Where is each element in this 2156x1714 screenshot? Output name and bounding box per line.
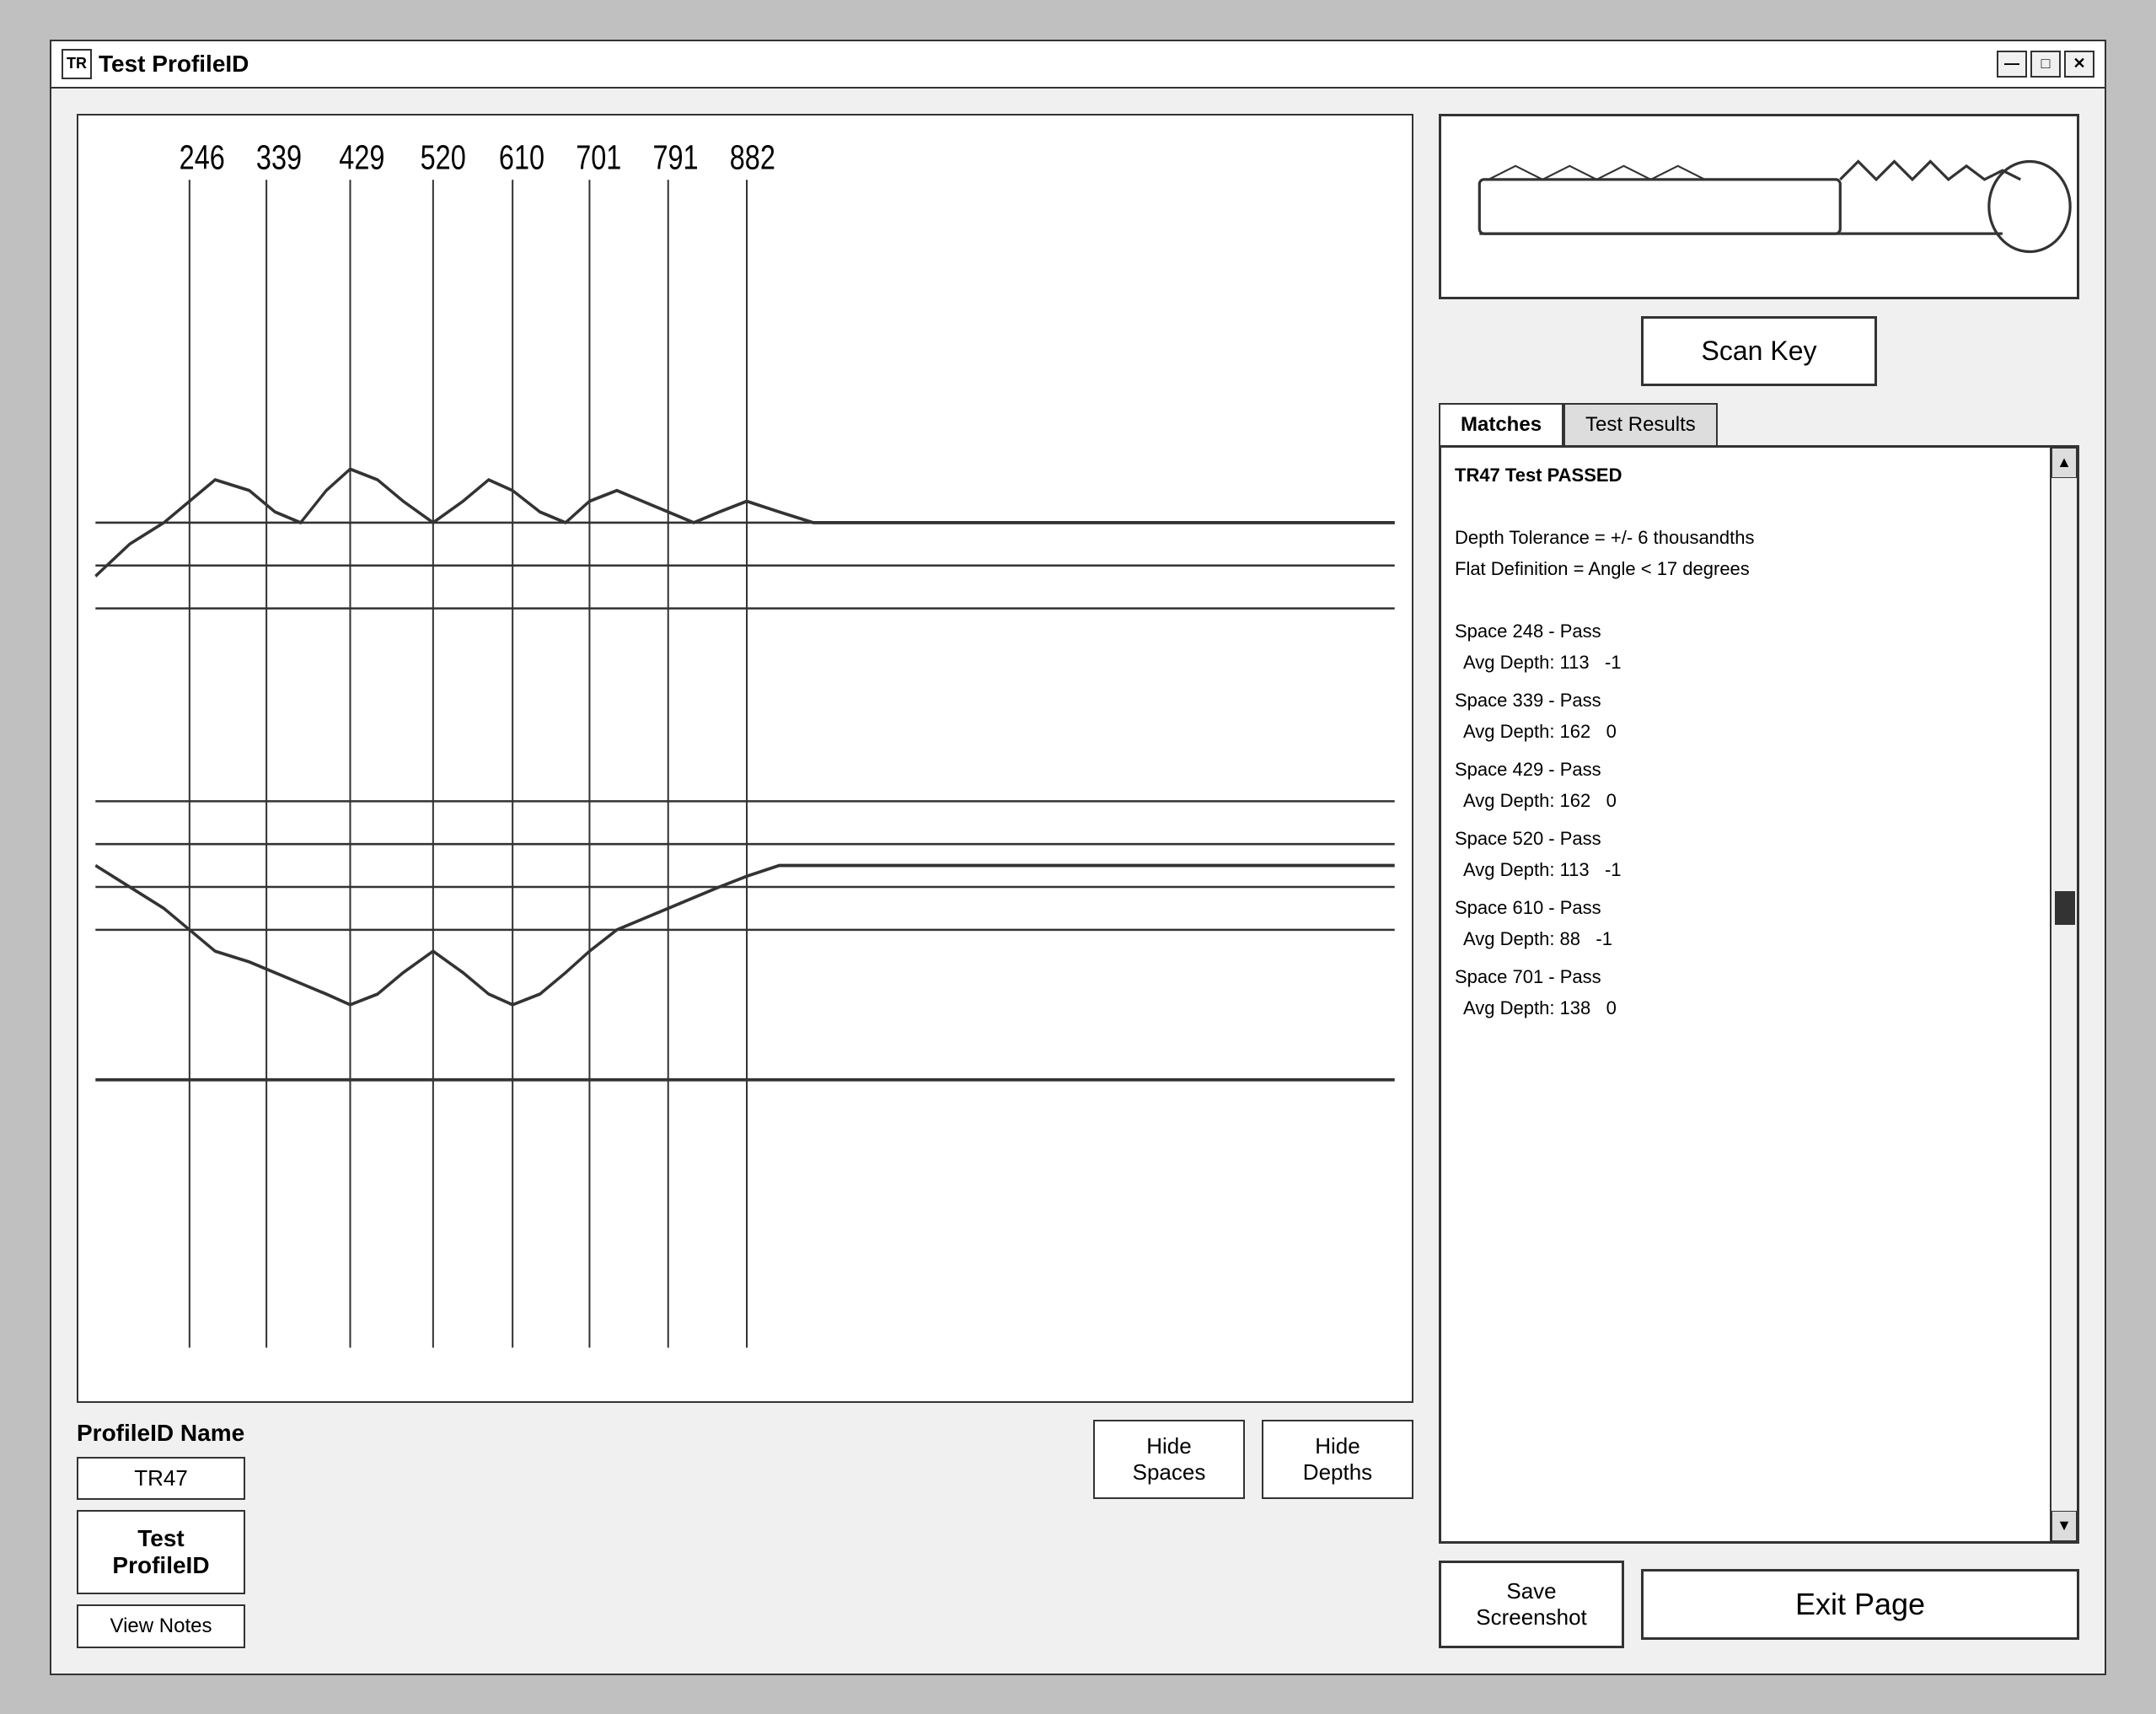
exit-page-button[interactable]: Exit Page [1641, 1569, 2079, 1640]
space-339-depth: Avg Depth: 162 0 [1463, 717, 2036, 745]
space-520-depth: Avg Depth: 113 -1 [1463, 856, 2036, 884]
svg-text:882: 882 [730, 138, 775, 176]
space-610: Space 610 - Pass Avg Depth: 88 -1 [1455, 894, 2036, 953]
svg-text:791: 791 [652, 138, 698, 176]
svg-text:246: 246 [180, 138, 225, 176]
results-box: TR47 Test PASSED Depth Tolerance = +/- 6… [1439, 445, 2079, 1544]
space-429-depth: Avg Depth: 162 0 [1463, 787, 2036, 814]
title-bar-left: TR Test ProfileID [62, 49, 249, 79]
space-701-depth: Avg Depth: 138 0 [1463, 994, 2036, 1022]
left-panel: 246 339 429 520 610 701 791 882 [77, 114, 1413, 1648]
space-429: Space 429 - Pass Avg Depth: 162 0 [1455, 755, 2036, 814]
chart-area: 246 339 429 520 610 701 791 882 [77, 114, 1413, 1403]
main-window: TR Test ProfileID — □ ✕ 246 339 429 520 … [50, 40, 2106, 1675]
profile-section: ProfileID Name TR47 Test ProfileID View … [77, 1420, 245, 1648]
results-content: TR47 Test PASSED Depth Tolerance = +/- 6… [1441, 448, 2050, 1541]
scroll-up-button[interactable]: ▲ [2051, 448, 2077, 478]
close-button[interactable]: ✕ [2064, 51, 2094, 78]
space-520-label: Space 520 - Pass [1455, 825, 2036, 852]
tab-test-results[interactable]: Test Results [1563, 403, 1718, 445]
right-panel: Scan Key Matches Test Results TR47 Test … [1439, 114, 2079, 1648]
bottom-controls: ProfileID Name TR47 Test ProfileID View … [77, 1420, 1413, 1648]
space-248: Space 248 - Pass Avg Depth: 113 -1 [1455, 617, 2036, 676]
hide-spaces-button[interactable]: Hide Spaces [1093, 1420, 1245, 1499]
svg-text:610: 610 [499, 138, 544, 176]
svg-text:339: 339 [256, 138, 302, 176]
window-title: Test ProfileID [99, 51, 249, 78]
scroll-track [2051, 478, 2077, 1511]
tabs-area: Matches Test Results TR47 Test PASSED De… [1439, 403, 2079, 1544]
maximize-button[interactable]: □ [2030, 51, 2061, 78]
space-339: Space 339 - Pass Avg Depth: 162 0 [1455, 686, 2036, 745]
scan-key-button[interactable]: Scan Key [1641, 316, 1877, 386]
svg-text:520: 520 [421, 138, 466, 176]
results-scrollbar: ▲ ▼ [2050, 448, 2077, 1541]
space-248-label: Space 248 - Pass [1455, 617, 2036, 645]
svg-text:429: 429 [339, 138, 384, 176]
key-image-area [1439, 114, 2079, 299]
space-429-label: Space 429 - Pass [1455, 755, 2036, 783]
tab-row: Matches Test Results [1439, 403, 2079, 445]
flat-definition: Flat Definition = Angle < 17 degrees [1455, 555, 2036, 583]
test-profileid-button[interactable]: Test ProfileID [77, 1510, 245, 1594]
window-content: 246 339 429 520 610 701 791 882 [51, 89, 2105, 1674]
result-title: TR47 Test PASSED [1455, 461, 2036, 489]
depth-tolerance: Depth Tolerance = +/- 6 thousandths [1455, 524, 2036, 551]
space-701-label: Space 701 - Pass [1455, 963, 2036, 991]
space-339-label: Space 339 - Pass [1455, 686, 2036, 714]
profile-name-label: ProfileID Name [77, 1420, 245, 1447]
bottom-buttons: SaveScreenshot Exit Page [1439, 1561, 2079, 1648]
hide-depths-button[interactable]: Hide Depths [1262, 1420, 1413, 1499]
chart-svg: 246 339 429 520 610 701 791 882 [78, 116, 1412, 1401]
svg-text:701: 701 [576, 138, 621, 176]
window-icon: TR [62, 49, 92, 79]
tab-matches[interactable]: Matches [1439, 403, 1563, 445]
minimize-button[interactable]: — [1997, 51, 2027, 78]
space-701: Space 701 - Pass Avg Depth: 138 0 [1455, 963, 2036, 1022]
title-bar: TR Test ProfileID — □ ✕ [51, 41, 2105, 89]
scroll-down-button[interactable]: ▼ [2051, 1511, 2077, 1541]
scroll-thumb[interactable] [2055, 891, 2075, 925]
title-bar-controls: — □ ✕ [1997, 51, 2094, 78]
space-610-depth: Avg Depth: 88 -1 [1463, 925, 2036, 953]
space-610-label: Space 610 - Pass [1455, 894, 2036, 921]
space-520: Space 520 - Pass Avg Depth: 113 -1 [1455, 825, 2036, 884]
space-248-depth: Avg Depth: 113 -1 [1463, 648, 2036, 676]
key-svg [1441, 116, 2077, 297]
save-screenshot-button[interactable]: SaveScreenshot [1439, 1561, 1624, 1648]
profile-name-display: TR47 [77, 1457, 245, 1500]
view-notes-button[interactable]: View Notes [77, 1604, 245, 1648]
hide-buttons-group: Hide Spaces Hide Depths [1093, 1420, 1413, 1507]
